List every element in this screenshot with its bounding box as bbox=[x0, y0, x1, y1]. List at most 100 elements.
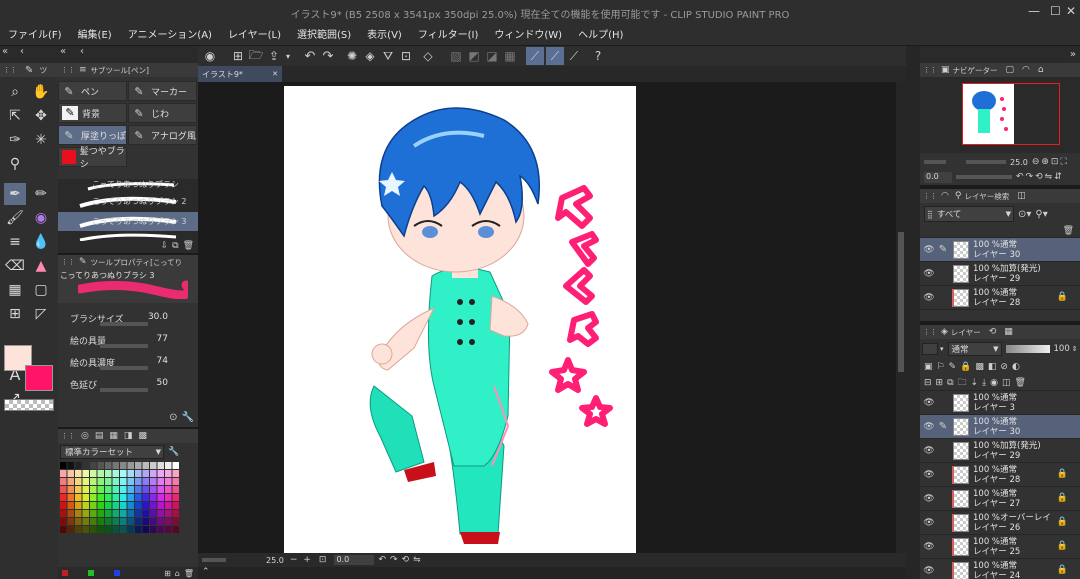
merge-down-icon[interactable]: ⤓ bbox=[982, 378, 986, 388]
navigator-zoom-value[interactable]: 25.0 bbox=[1010, 158, 1028, 167]
palette-swatch[interactable] bbox=[75, 486, 82, 493]
palette-swatch[interactable] bbox=[157, 486, 165, 493]
clip-studio-icon[interactable]: ◉ bbox=[202, 49, 218, 63]
select-clear-icon[interactable]: ✺ bbox=[344, 49, 360, 63]
palette-swatch[interactable] bbox=[172, 518, 180, 525]
collapse-right-icon[interactable]: » bbox=[1070, 49, 1076, 60]
canvas-paper[interactable] bbox=[284, 86, 636, 554]
nav-zoom-out-icon[interactable]: ⊖ bbox=[1032, 157, 1040, 167]
layer-search-row[interactable]: 👁 ✎ 100 %通常 レイヤー 30 bbox=[920, 238, 1080, 262]
hide-border-icon[interactable]: ▦ bbox=[502, 49, 518, 63]
new-vector-layer-icon[interactable]: ⧉ bbox=[947, 378, 953, 388]
palette-swatch[interactable] bbox=[60, 502, 67, 509]
palette-swatch[interactable] bbox=[75, 494, 82, 501]
color-options-icon[interactable]: ⌂ bbox=[175, 569, 180, 578]
sub-group-bleed[interactable]: ✎ じわ bbox=[128, 103, 197, 123]
palette-swatch[interactable] bbox=[112, 518, 120, 525]
palette-swatch[interactable] bbox=[157, 518, 165, 525]
palette-swatch[interactable] bbox=[120, 486, 127, 493]
palette-swatch[interactable] bbox=[90, 526, 97, 533]
bucket-icon[interactable]: ⛛ bbox=[380, 49, 396, 64]
palette-swatch[interactable] bbox=[105, 478, 112, 485]
color-stretch-slider[interactable] bbox=[100, 388, 148, 392]
new-file-icon[interactable]: ⊞ bbox=[230, 49, 246, 63]
palette-swatch[interactable] bbox=[165, 502, 172, 509]
palette-swatch[interactable] bbox=[75, 462, 82, 469]
tool-property-menu-icon[interactable]: ✎ bbox=[79, 257, 87, 267]
opacity-value[interactable]: 100 bbox=[1054, 344, 1070, 354]
palette-swatch[interactable] bbox=[120, 470, 127, 477]
snap-to-special-icon[interactable]: ⟋ bbox=[546, 47, 564, 65]
palette-swatch[interactable] bbox=[67, 494, 75, 501]
intermediate-color-tab-icon[interactable]: ◨ bbox=[124, 431, 133, 441]
delete-color-icon[interactable]: 🗑 bbox=[184, 569, 194, 578]
fill-cake-icon[interactable]: ▲ bbox=[30, 255, 52, 277]
palette-swatch[interactable] bbox=[82, 502, 90, 509]
menu-selection[interactable]: 選択範囲(S) bbox=[289, 27, 359, 45]
palette-swatch[interactable] bbox=[60, 510, 67, 517]
decoration-tool-icon[interactable]: ≡ bbox=[4, 231, 26, 253]
brush-tool-icon[interactable]: 🖌 bbox=[4, 207, 26, 229]
palette-swatch[interactable] bbox=[120, 478, 127, 485]
search-option-icon[interactable]: ⊙▾ bbox=[1018, 209, 1031, 220]
lock-layer-icon[interactable]: 🔒 bbox=[960, 362, 971, 372]
palette-swatch[interactable] bbox=[127, 526, 135, 533]
zoom-in-icon[interactable]: + bbox=[303, 555, 311, 565]
palette-swatch[interactable] bbox=[90, 494, 97, 501]
palette-swatch[interactable] bbox=[90, 510, 97, 517]
palette-swatch[interactable] bbox=[165, 494, 172, 501]
brush-size-slider[interactable] bbox=[100, 322, 148, 326]
sub-group-thick-paint[interactable]: ✎ 厚塗りっぽ bbox=[58, 125, 127, 145]
paint-amount-row[interactable]: 絵の具量 77 bbox=[70, 329, 198, 351]
palette-swatch[interactable] bbox=[142, 510, 150, 517]
palette-swatch[interactable] bbox=[60, 518, 67, 525]
tool-tab-more-icon[interactable]: ツ bbox=[39, 65, 47, 76]
pencil-tool-icon[interactable]: ✏ bbox=[30, 183, 52, 205]
paint-density-value[interactable]: 74 bbox=[157, 356, 168, 366]
palette-swatch[interactable] bbox=[127, 462, 135, 469]
palette-swatch[interactable] bbox=[127, 518, 135, 525]
palette-swatch[interactable] bbox=[150, 470, 157, 477]
nav-zoom-in-icon[interactable]: ⊕ bbox=[1041, 157, 1049, 167]
palette-swatch[interactable] bbox=[157, 510, 165, 517]
palette-swatch[interactable] bbox=[67, 486, 75, 493]
layer-search-filter-dropdown[interactable]: ⣿ すべて ▼ bbox=[924, 206, 1014, 222]
new-raster-layer-icon[interactable]: ⊞ bbox=[936, 378, 944, 388]
palette-swatch[interactable] bbox=[150, 478, 157, 485]
palette-swatch[interactable] bbox=[120, 494, 127, 501]
palette-swatch[interactable] bbox=[90, 478, 97, 485]
palette-swatch[interactable] bbox=[82, 470, 90, 477]
palette-swatch[interactable] bbox=[90, 502, 97, 509]
nav-flip-v-icon[interactable]: ⇵ bbox=[1054, 172, 1062, 182]
reference-layer-icon[interactable]: ⚐ bbox=[937, 362, 945, 372]
navigator-viewport-frame[interactable] bbox=[962, 83, 1060, 145]
palette-swatch[interactable] bbox=[172, 526, 180, 533]
paint-density-slider[interactable] bbox=[100, 366, 148, 370]
auto-action-tab-icon[interactable]: ◫ bbox=[1017, 191, 1026, 201]
layer-row[interactable]: 👁 100 %通常 レイヤー 28 🔒 bbox=[920, 463, 1080, 487]
snap-ruler-icon[interactable]: ◇ bbox=[420, 49, 436, 63]
palette-swatch[interactable] bbox=[120, 510, 127, 517]
palette-swatch[interactable] bbox=[127, 478, 135, 485]
palette-swatch[interactable] bbox=[97, 510, 105, 517]
palette-swatch[interactable] bbox=[97, 470, 105, 477]
palette-swatch[interactable] bbox=[120, 526, 127, 533]
palette-swatch[interactable] bbox=[172, 470, 180, 477]
palette-swatch[interactable] bbox=[165, 470, 172, 477]
palette-swatch[interactable] bbox=[165, 486, 172, 493]
apply-mask-icon[interactable]: ◫ bbox=[1002, 378, 1011, 388]
opacity-spinner-icon[interactable]: ⇕ bbox=[1072, 345, 1078, 353]
palette-swatch[interactable] bbox=[135, 478, 142, 485]
new-folder-icon[interactable]: 🗀 bbox=[958, 375, 967, 391]
paint-amount-value[interactable]: 77 bbox=[157, 334, 168, 344]
lock-icon[interactable]: 🔒 bbox=[1057, 541, 1068, 551]
palette-swatch[interactable] bbox=[157, 470, 165, 477]
brush-item-3[interactable]: こってりあつぬりブラシ 3 bbox=[58, 212, 198, 232]
collapse-left-icon[interactable]: « bbox=[2, 46, 8, 57]
palette-swatch[interactable] bbox=[150, 518, 157, 525]
layer-search-row[interactable]: 👁 100 %通常 レイヤー 28 🔒 bbox=[920, 286, 1080, 310]
palette-swatch[interactable] bbox=[90, 518, 97, 525]
layer-search-delete-icon[interactable]: 🗑 bbox=[1063, 226, 1074, 236]
create-mask-icon[interactable]: ◉ bbox=[990, 378, 998, 388]
add-color-icon[interactable]: ⊞ bbox=[164, 569, 171, 578]
